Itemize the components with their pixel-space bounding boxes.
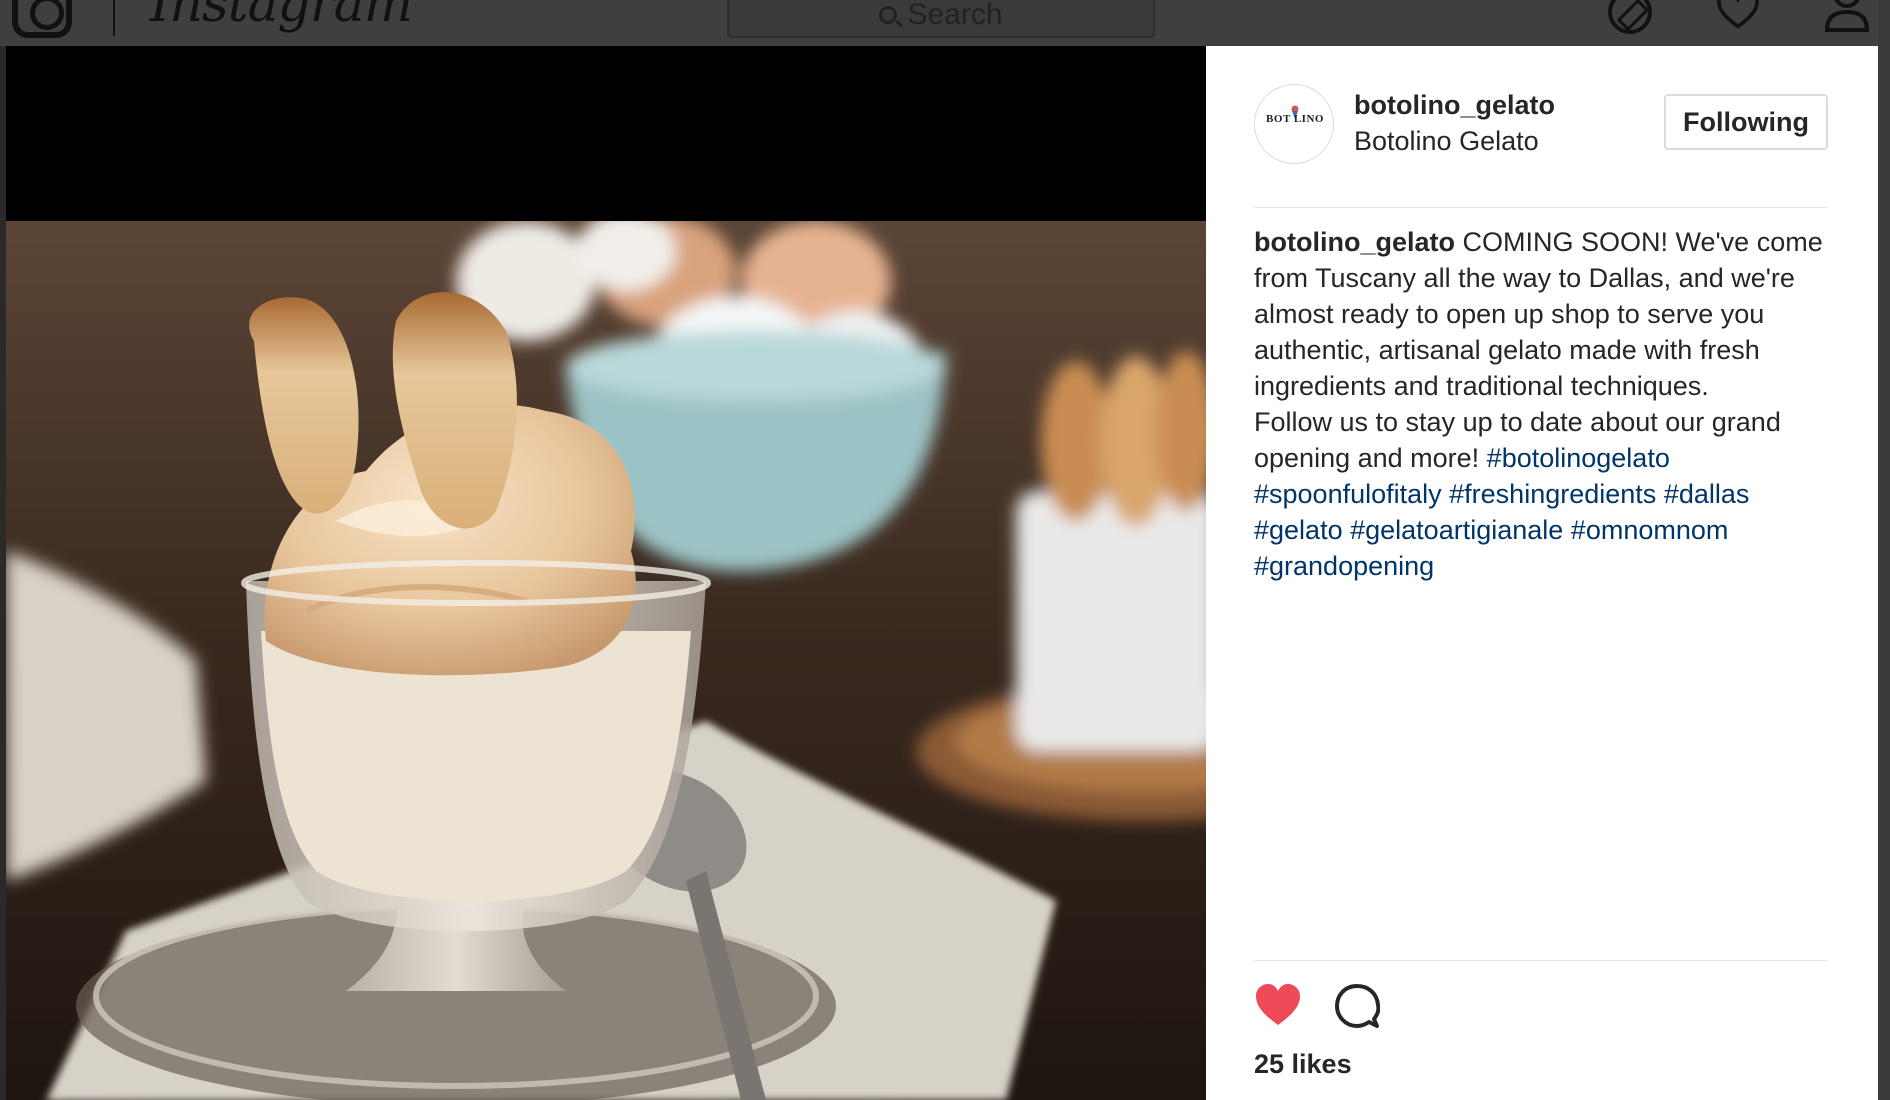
post-caption: botolino_gelato COMING SOON! We've come … <box>1254 224 1828 584</box>
hashtag-link[interactable]: #botolinogelato <box>1487 443 1670 473</box>
author-full-name: Botolino Gelato <box>1354 126 1539 156</box>
likes-count[interactable]: 25 likes <box>1254 1049 1352 1080</box>
search-input[interactable]: Search <box>727 0 1155 38</box>
search-placeholder: Search <box>907 0 1003 31</box>
following-button[interactable]: Following <box>1664 94 1828 150</box>
hashtag-link[interactable]: #grandopening <box>1254 551 1434 581</box>
post-photo[interactable] <box>6 221 1206 1100</box>
post-modal: BOT LINO botolino_gelato Botolino Gelato… <box>6 46 1878 1100</box>
hashtag-link[interactable]: #freshingredients <box>1449 479 1656 509</box>
heart-icon[interactable] <box>1254 983 1302 1027</box>
instagram-wordmark[interactable]: Instagram <box>150 0 413 34</box>
post-header: BOT LINO botolino_gelato Botolino Gelato… <box>1254 84 1828 208</box>
profile-icon[interactable] <box>1824 0 1870 32</box>
caption-username[interactable]: botolino_gelato <box>1254 227 1455 257</box>
caption-text: COMING SOON! We've come from Tuscany all… <box>1254 227 1823 473</box>
instagram-camera-icon[interactable] <box>12 0 72 38</box>
hashtag-link[interactable]: #dallas <box>1664 479 1750 509</box>
author-username[interactable]: botolino_gelato <box>1354 90 1555 121</box>
post-sidebar: BOT LINO botolino_gelato Botolino Gelato… <box>1206 46 1878 1100</box>
avatar-logo-text: BOT LINO <box>1266 113 1324 125</box>
hashtag-link[interactable]: #gelatoartigianale <box>1350 515 1563 545</box>
heart-icon[interactable] <box>1716 0 1760 30</box>
hashtag-link[interactable]: #omnomnom <box>1571 515 1729 545</box>
post-actions: 25 likes <box>1254 960 1828 1100</box>
nav-divider <box>113 0 115 36</box>
comment-icon[interactable] <box>1334 983 1380 1029</box>
top-navigation-bar: Instagram Search <box>0 0 1890 46</box>
author-avatar[interactable]: BOT LINO <box>1254 84 1334 164</box>
hashtag-link[interactable]: #spoonfulofitaly <box>1254 479 1442 509</box>
overlay-edge-right <box>1878 0 1890 1100</box>
hashtag-link[interactable]: #gelato <box>1254 515 1343 545</box>
post-photo-container <box>6 46 1206 1100</box>
search-icon <box>879 6 898 24</box>
compass-icon[interactable] <box>1608 0 1652 34</box>
